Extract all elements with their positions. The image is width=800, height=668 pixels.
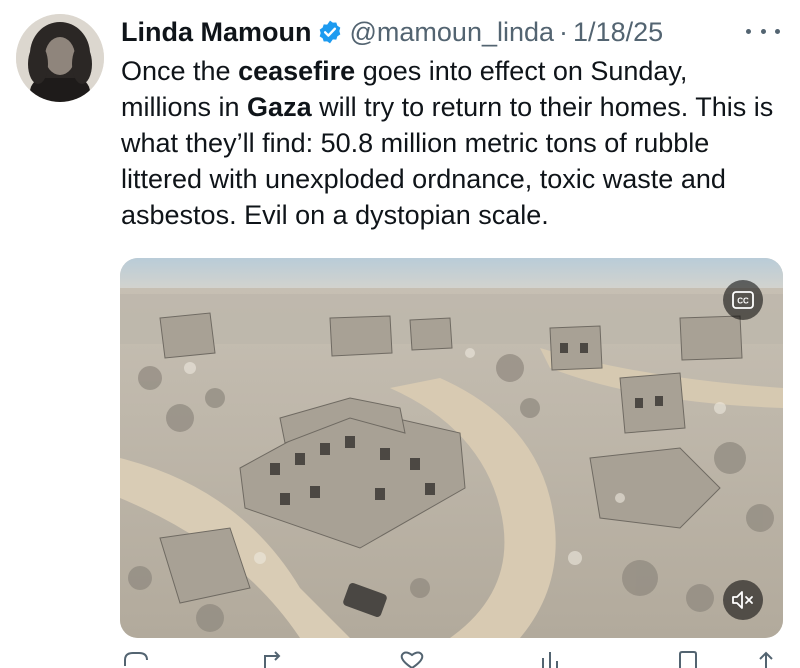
reply-icon[interactable] — [121, 650, 151, 668]
svg-text:CC: CC — [737, 297, 749, 306]
retweet-icon[interactable] — [259, 650, 289, 668]
hashtag-ceasefire[interactable]: ceasefire — [238, 56, 355, 86]
like-icon[interactable] — [397, 650, 427, 668]
hashtag-gaza[interactable]: Gaza — [247, 92, 312, 122]
tweet-actions-bar — [121, 648, 781, 668]
mute-toggle-button[interactable] — [723, 580, 763, 620]
more-options-icon[interactable] — [746, 20, 780, 42]
bookmark-icon[interactable] — [673, 650, 703, 668]
separator-dot: · — [559, 16, 569, 47]
video-frame — [120, 258, 783, 638]
closed-captions-icon: CC — [732, 291, 754, 309]
tweet-date[interactable]: 1/18/25 — [573, 17, 663, 48]
tweet-header: Linda Mamoun @mamoun_linda · 1/18/25 — [121, 14, 663, 50]
author-name[interactable]: Linda Mamoun — [121, 17, 312, 48]
share-icon[interactable] — [751, 650, 781, 668]
closed-captions-button[interactable]: CC — [723, 280, 763, 320]
avatar[interactable] — [16, 14, 104, 102]
tweet-text: Once the ceasefire goes into effect on S… — [121, 53, 781, 233]
verified-badge-icon — [317, 19, 343, 45]
muted-speaker-icon — [732, 591, 753, 609]
tweet-text-part: Once the — [121, 56, 239, 86]
author-handle[interactable]: @mamoun_linda — [350, 17, 555, 48]
views-icon[interactable] — [535, 650, 565, 668]
video-player[interactable]: CC — [120, 258, 783, 638]
